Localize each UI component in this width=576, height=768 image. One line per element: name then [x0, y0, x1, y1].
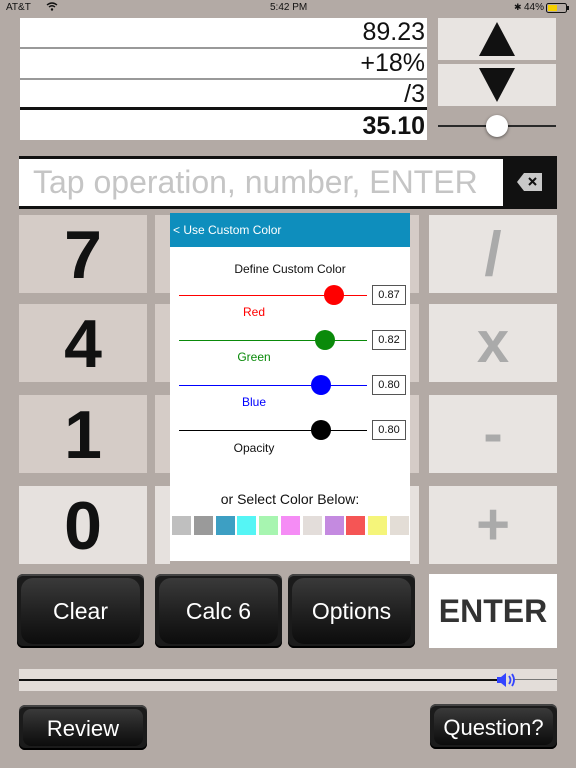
color-swatch[interactable] [302, 516, 322, 535]
color-swatch[interactable] [193, 516, 213, 535]
custom-color-dialog: < Use Custom Color Define Custom Color 0… [170, 213, 410, 561]
review-button[interactable]: Review [19, 705, 147, 750]
triangle-up-icon [479, 22, 515, 56]
speaker-icon[interactable] [495, 671, 517, 689]
select-color-label: or Select Color Below: [220, 491, 360, 507]
opacity-slider-track[interactable] [179, 430, 367, 431]
scroll-down-button[interactable] [438, 64, 556, 106]
key-divide[interactable]: / [429, 215, 557, 293]
clock: 5:42 PM [270, 2, 308, 13]
color-swatch[interactable] [324, 516, 344, 535]
color-swatch[interactable] [368, 516, 388, 535]
color-swatch[interactable] [281, 516, 300, 535]
blue-slider-thumb[interactable] [311, 375, 331, 395]
tape-line-1: 89.23 [20, 18, 427, 47]
key-3[interactable] [410, 395, 419, 473]
color-swatch[interactable] [390, 516, 409, 535]
color-swatch[interactable] [172, 516, 191, 535]
triangle-down-icon [479, 68, 515, 102]
key-1[interactable]: 1 [19, 395, 147, 473]
volume-slider[interactable] [19, 669, 557, 691]
battery-icon [546, 3, 570, 16]
volume-track-empty [514, 679, 557, 680]
entry-input[interactable]: Tap operation, number, ENTER [19, 156, 503, 209]
key-0[interactable]: 0 [19, 486, 147, 564]
backspace-button[interactable] [503, 156, 557, 209]
review-button-label: Review [46, 716, 120, 741]
color-swatch[interactable] [215, 516, 235, 535]
battery-percent: 44% [524, 2, 545, 13]
red-label: Red [242, 305, 265, 319]
backspace-icon [517, 173, 542, 191]
green-slider-track[interactable] [179, 340, 367, 341]
question-button-label: Question? [443, 715, 544, 740]
color-swatch[interactable] [237, 516, 257, 535]
tape-slider-thumb[interactable] [486, 115, 508, 137]
bluetooth-icon: ✱ [514, 2, 522, 12]
green-value-field[interactable]: 0.82 [372, 330, 406, 350]
options-button-label: Options [311, 598, 392, 624]
color-swatch[interactable] [259, 516, 279, 535]
wifi-icon [46, 2, 58, 14]
green-slider-thumb[interactable] [315, 330, 335, 350]
key-9[interactable] [410, 215, 419, 293]
blue-value-field[interactable]: 0.80 [372, 375, 406, 395]
status-bar: AT&T 5:42 PM ✱ 44% [0, 0, 576, 16]
blue-slider-track[interactable] [179, 385, 367, 386]
key-subtract[interactable]: - [429, 395, 557, 473]
red-value-field[interactable]: 0.87 [372, 285, 406, 305]
back-button[interactable]: < Use Custom Color [173, 213, 281, 247]
color-swatch[interactable] [346, 516, 366, 535]
tape-line-3: /3 [20, 80, 427, 109]
key-sign[interactable] [410, 486, 419, 564]
scroll-up-button[interactable] [438, 18, 556, 60]
options-button[interactable]: Options [288, 574, 415, 648]
dialog-header: < Use Custom Color [170, 213, 410, 247]
calc-button-label: Calc 6 [185, 598, 252, 624]
tape-line-2: +18% [20, 49, 427, 78]
dialog-title: Define Custom Color [234, 262, 346, 276]
calc-button[interactable]: Calc 6 [155, 574, 282, 648]
clear-button-label: Clear [53, 598, 108, 624]
opacity-label: Opacity [233, 441, 275, 455]
key-multiply[interactable]: x [429, 304, 557, 382]
key-dot[interactable] [155, 486, 170, 564]
red-slider-thumb[interactable] [324, 285, 344, 305]
key-4[interactable]: 4 [19, 304, 147, 382]
key-add[interactable]: + [429, 486, 557, 564]
opacity-value-field[interactable]: 0.80 [372, 420, 406, 440]
blue-label: Blue [241, 395, 267, 409]
tape-slider[interactable] [438, 112, 556, 140]
key-7[interactable]: 7 [19, 215, 147, 293]
green-label: Green [237, 350, 271, 364]
enter-button[interactable]: ENTER [429, 574, 557, 648]
tape-result: 35.10 [20, 110, 427, 140]
clear-button[interactable]: Clear [17, 574, 144, 648]
carrier-label: AT&T [6, 2, 31, 13]
opacity-slider-thumb[interactable] [311, 420, 331, 440]
volume-track-filled [19, 679, 497, 681]
key-8[interactable] [155, 215, 170, 293]
question-button[interactable]: Question? [430, 704, 557, 749]
key-6[interactable] [410, 304, 419, 382]
